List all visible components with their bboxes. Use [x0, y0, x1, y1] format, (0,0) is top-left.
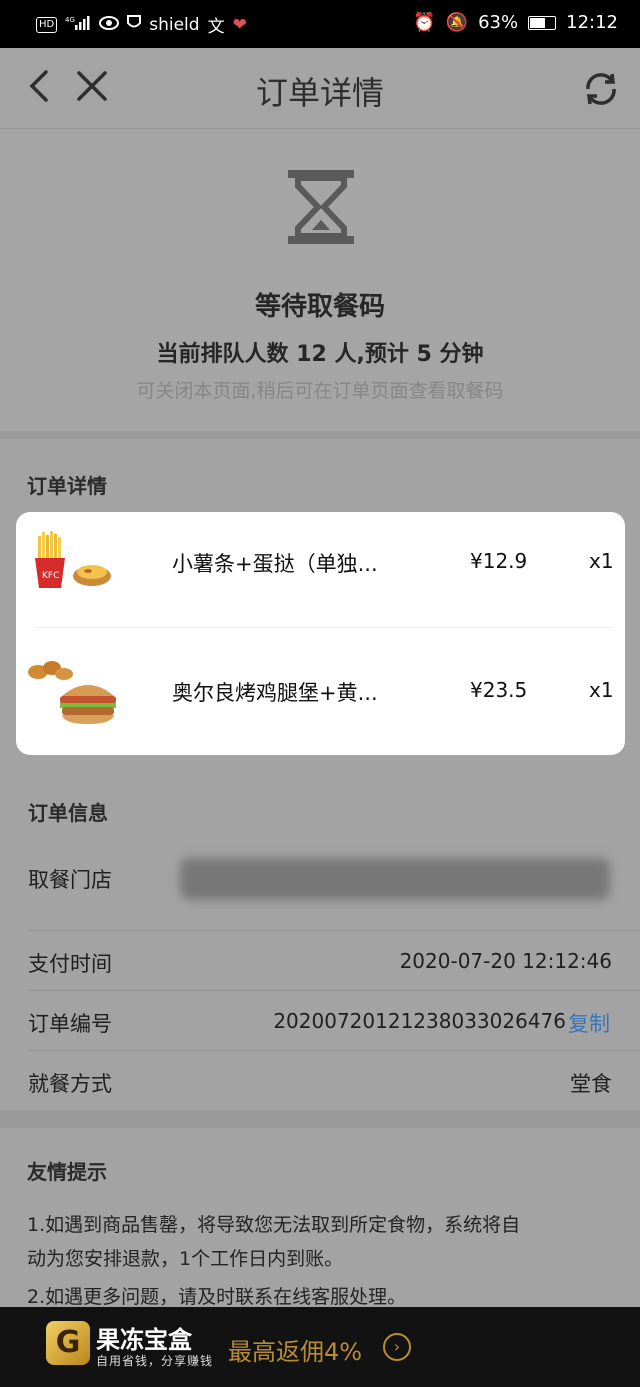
item-divider [36, 627, 612, 628]
pay-time-value: 2020-07-20 12:12:46 [399, 949, 612, 973]
row-divider [28, 1050, 640, 1051]
item-price: ¥12.9 [470, 549, 528, 573]
mute-bell-icon: 🔕 [445, 12, 469, 33]
divider [0, 1110, 640, 1128]
fries-eggtart-image: KFC [35, 531, 111, 588]
refresh-button[interactable] [582, 70, 620, 112]
store-label: 取餐门店 [28, 868, 112, 892]
item-name: 奥尔良烤鸡腿堡+黄... [172, 681, 378, 705]
queue-status: 当前排队人数 12 人,预计 5 分钟 [156, 342, 484, 367]
eye-icon [99, 15, 120, 35]
order-number-label: 订单编号 [28, 1012, 112, 1036]
svg-text:KFC: KFC [42, 571, 59, 581]
shield-icon [127, 14, 142, 35]
status-icons-right: ⏰ 🔕 63% 12:12 [413, 12, 618, 33]
tip-line: 1.如遇到商品售罄，将导致您无法取到所定食物，系统将自 [27, 1214, 521, 1236]
app-icon-wen: shield [149, 14, 200, 35]
banner-slogan: 自用省钱，分享赚钱 [96, 1354, 214, 1368]
clock: 12:12 [566, 12, 618, 33]
item-image [26, 656, 118, 732]
hd-icon: HD [36, 16, 58, 33]
heart-icon: ❤ [232, 14, 247, 35]
alarm-icon: ⏰ [413, 12, 436, 33]
order-info-label: 订单信息 [28, 801, 108, 825]
order-details-label: 订单详情 [27, 474, 107, 498]
wait-title: 等待取餐码 [254, 292, 385, 322]
app-logo-icon: G [46, 1321, 90, 1365]
store-name-blurred [180, 858, 610, 900]
tip-line: 动为您安排退款，1个工作日内到账。 [27, 1248, 344, 1270]
item-image: KFC [30, 530, 114, 596]
burger-nuggets-image [28, 661, 116, 724]
row-divider [28, 930, 640, 931]
pay-time-label: 支付时间 [28, 952, 112, 976]
divider [0, 431, 640, 439]
wait-hint: 可关闭本页面,稍后可在订单页面查看取餐码 [136, 380, 504, 402]
item-price: ¥23.5 [470, 678, 528, 702]
banner-promo[interactable]: 最高返佣4% [228, 1332, 362, 1367]
copy-button[interactable]: 复制 [568, 1008, 610, 1038]
item-name: 小薯条+蛋挞（单独... [172, 552, 378, 576]
svg-text:4G: 4G [65, 16, 75, 24]
hourglass-icon [286, 168, 356, 250]
battery-percent: 63% [478, 12, 519, 33]
battery-icon [528, 15, 557, 30]
tips-label: 友情提示 [27, 1160, 107, 1184]
item-qty: x1 [589, 549, 614, 573]
signal-icon: 4G [65, 15, 91, 35]
app-icon-wen: 文 [207, 17, 225, 37]
status-icons-left: HD 4G shield 文 ❤ [36, 12, 247, 37]
dining-method-label: 就餐方式 [28, 1072, 112, 1096]
arrow-right-icon[interactable]: › [383, 1333, 411, 1361]
page-title: 订单详情 [255, 74, 384, 112]
row-divider [28, 990, 640, 991]
order-number-value: 20200720121238033026476 [273, 1009, 566, 1033]
dining-method-value: 堂食 [570, 1072, 612, 1096]
refresh-icon [586, 73, 616, 105]
banner-app-name: 果冻宝盒 [96, 1326, 192, 1354]
item-qty: x1 [589, 678, 614, 702]
